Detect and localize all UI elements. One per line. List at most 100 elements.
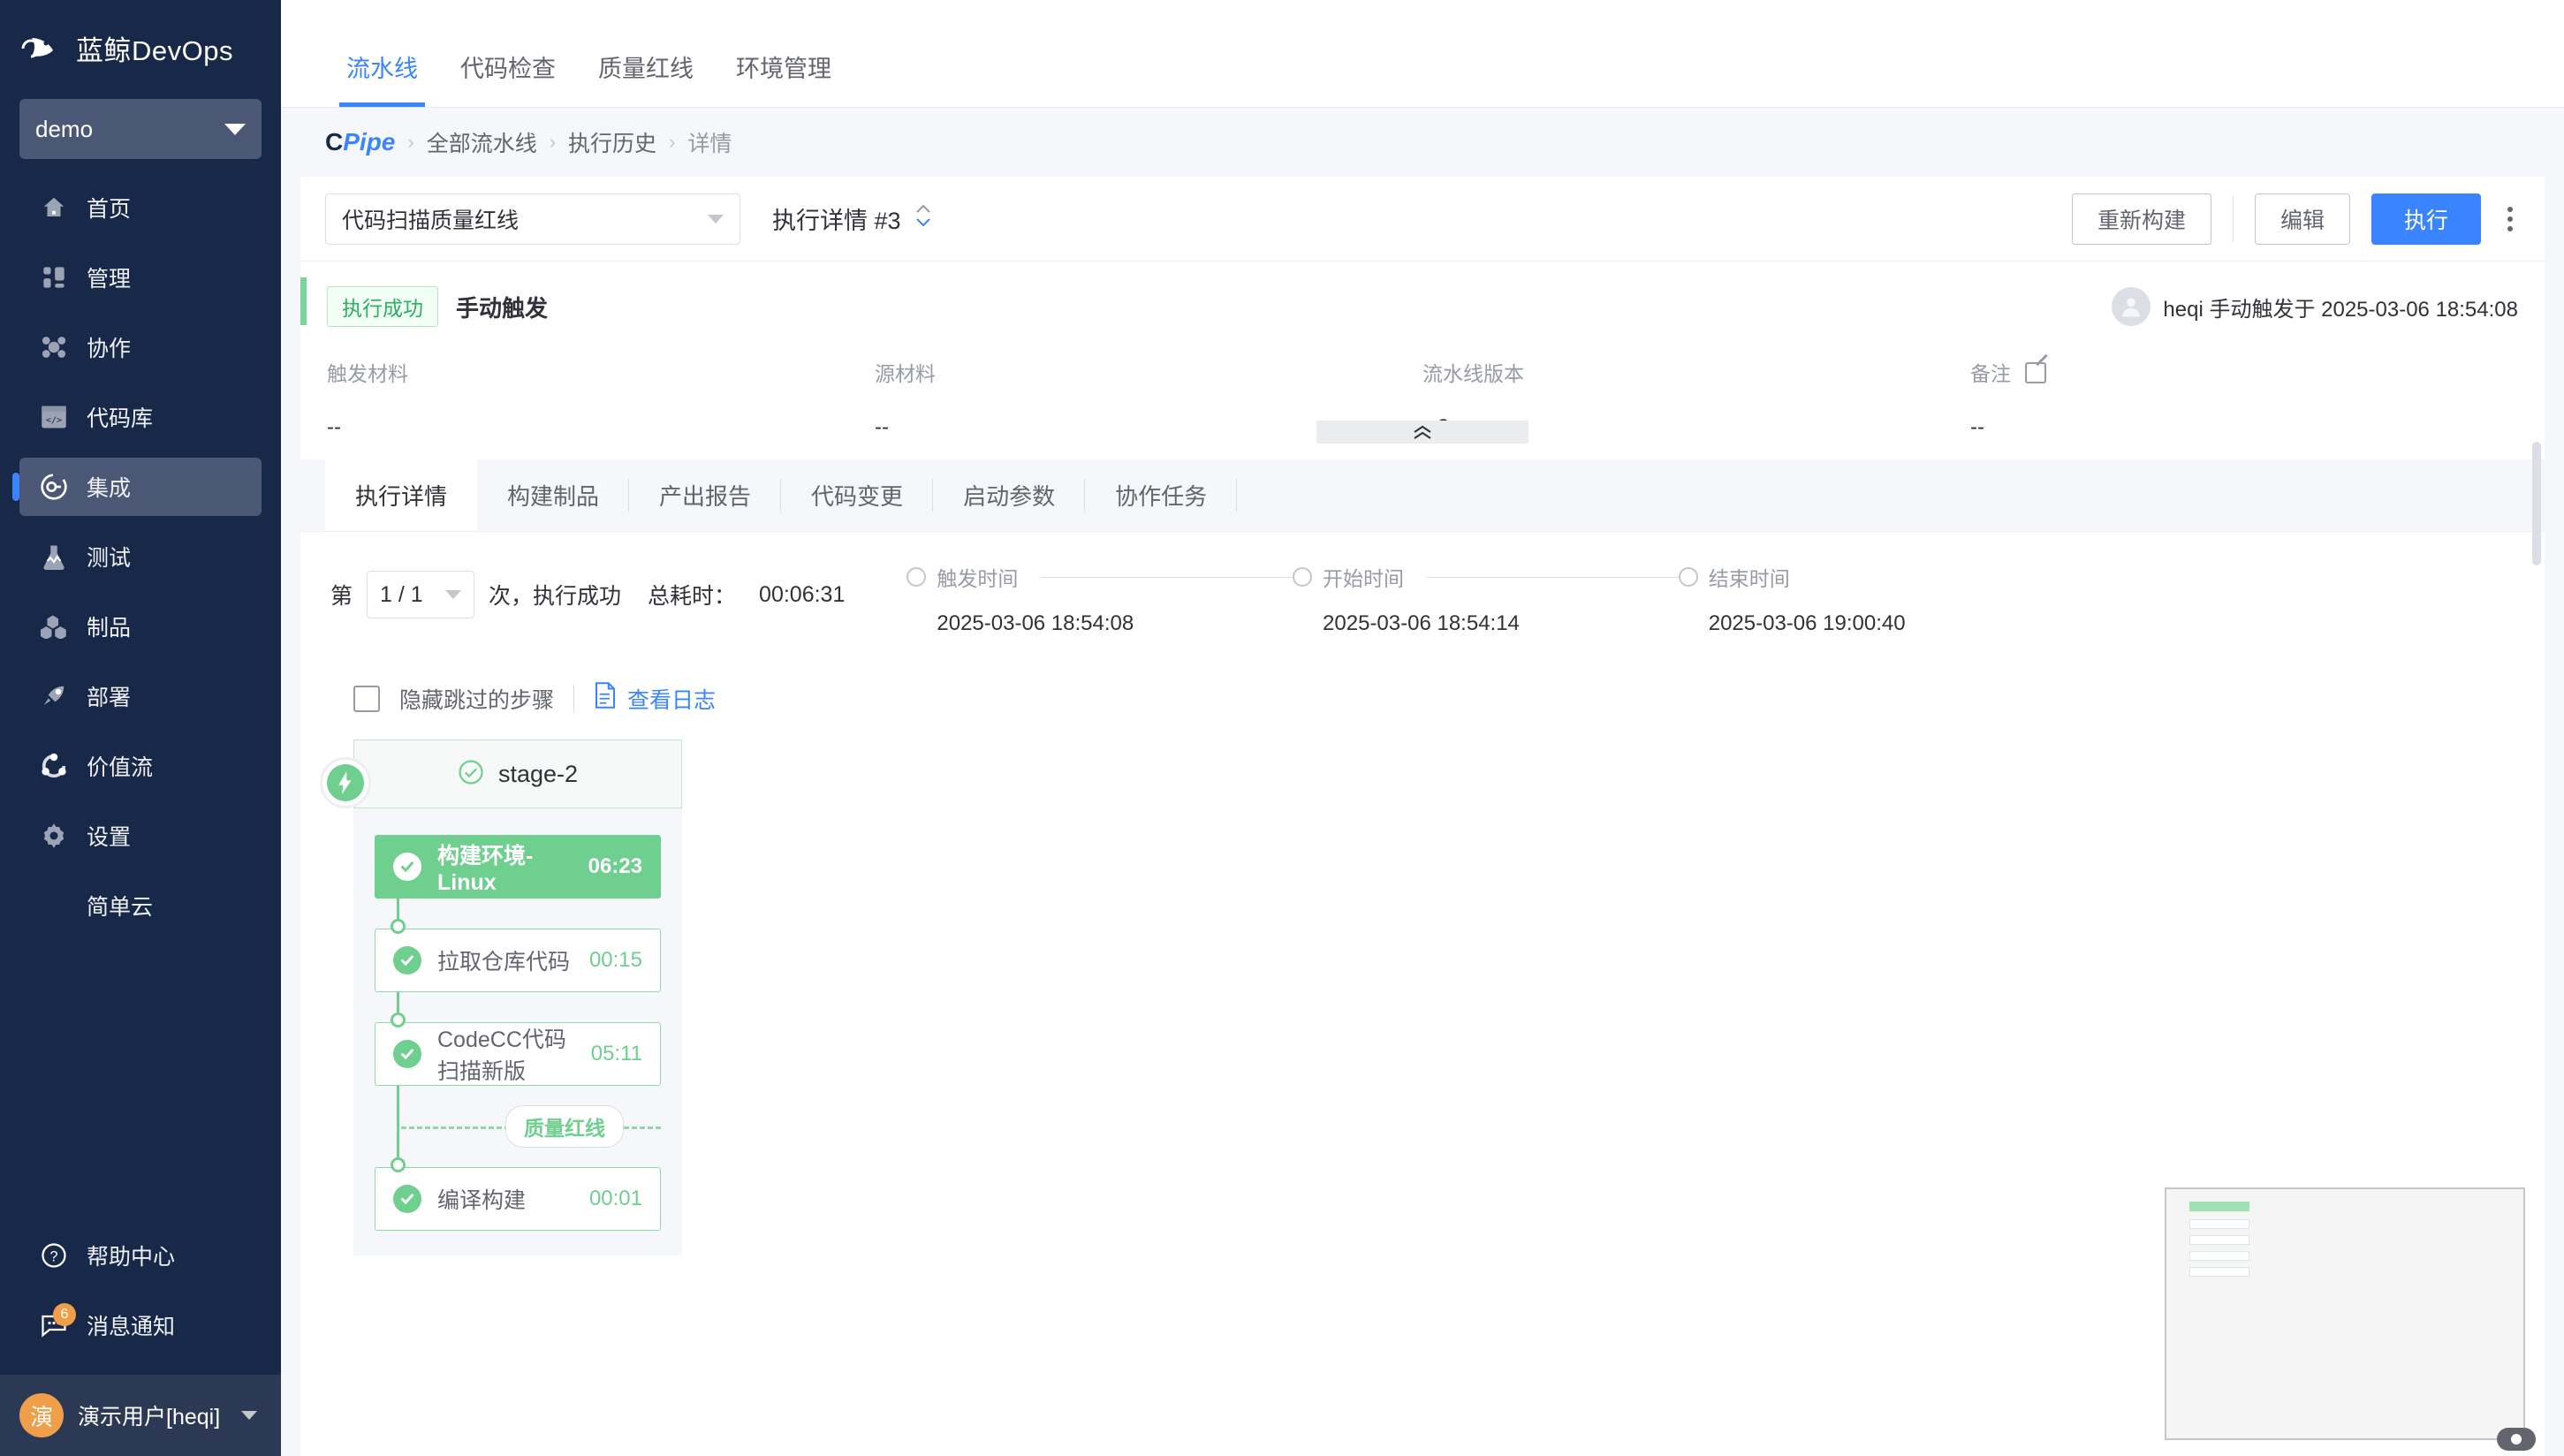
sidebar-item-value-stream[interactable]: 价值流 [19,737,262,795]
cpipe-logo[interactable]: CPipe [325,128,395,156]
circle-icon [1293,567,1312,587]
minimap-bar [2189,1202,2249,1211]
sidebar-item-integration[interactable]: 集成 [19,458,262,516]
circle-icon [1679,567,1698,587]
attempt-select[interactable]: 1 / 1 [367,571,474,618]
meta-trigger-material: 触发材料 -- [327,357,875,440]
job-connector [375,992,661,1022]
meta-key: 源材料 [875,357,1422,387]
value-stream-icon [39,751,69,781]
run-button[interactable]: 执行 [2371,193,2481,245]
job-connector [375,899,661,929]
sidebar-item-code-repo[interactable]: </> 代码库 [19,388,262,446]
user-menu[interactable]: 演 演示用户[heqi] [0,1375,281,1456]
edit-square-icon[interactable] [2025,362,2046,383]
minimap-bar [2189,1219,2249,1229]
status-line: 执行成功 手动触发 heqi 手动触发于 2025-03-06 18:54:08 [327,286,2518,327]
sidebar-item-collaboration[interactable]: 协作 [19,318,262,376]
subtab-build-artifact[interactable]: 构建制品 [477,459,629,531]
main-area: 流水线 代码检查 质量红线 环境管理 CPipe › 全部流水线 › 执行历史 … [281,0,2564,1456]
sidebar-item-home[interactable]: 首页 [19,178,262,237]
sidebar-item-artifact[interactable]: 制品 [19,597,262,656]
sidebar-item-settings[interactable]: 设置 [19,807,262,865]
sidebar-item-notifications[interactable]: 6 消息通知 [19,1296,262,1354]
stage-header[interactable]: stage-2 [353,739,682,808]
integration-icon [39,472,69,502]
double-chevron-up-icon [1411,424,1434,440]
job-card-build-env[interactable]: 构建环境-Linux 06:23 [375,835,661,899]
subtab-exec-detail[interactable]: 执行详情 [325,459,477,531]
sidebar-item-label: 首页 [87,192,131,224]
job-card-codecc-scan[interactable]: CodeCC代码扫描新版 05:11 [375,1022,661,1086]
job-card-pull-code[interactable]: 拉取仓库代码 00:15 [375,929,661,992]
hide-skipped-label: 隐藏跳过的步骤 [399,683,554,715]
job-duration: 06:23 [588,854,642,879]
toolbar-actions: 重新构建 编辑 执行 [2072,193,2518,245]
sidebar-item-label: 消息通知 [87,1309,175,1341]
pipeline-minimap[interactable] [2165,1187,2525,1440]
stage-name: stage-2 [498,761,578,788]
job-list: 构建环境-Linux 06:23 拉取仓库代码 00:15 [353,808,682,1231]
graph-options-row: 隐藏跳过的步骤 查看日志 [330,682,2518,715]
execution-title: 执行详情 #3 [772,201,933,236]
home-icon [39,193,69,223]
question-circle-icon: ? [39,1240,69,1270]
user-name: 演示用户[heqi] [78,1399,220,1431]
sidebar-item-label: 帮助中心 [87,1240,175,1271]
view-log-link[interactable]: 查看日志 [594,682,716,715]
breadcrumb-item-history[interactable]: 执行历史 [568,126,656,158]
connector-node [391,1157,406,1172]
tab-quality-gate[interactable]: 质量红线 [577,49,715,107]
sidebar-item-help-center[interactable]: ? 帮助中心 [19,1226,262,1285]
subtab-code-change[interactable]: 代码变更 [781,459,933,531]
detail-toolbar: 代码扫描质量红线 执行详情 #3 重新构建 编辑 执行 [300,177,2545,262]
caret-down-icon [708,215,724,224]
edit-button[interactable]: 编辑 [2255,193,2350,245]
tab-pipeline[interactable]: 流水线 [325,49,439,107]
tab-code-check[interactable]: 代码检查 [439,49,577,107]
cpipe-logo-pipe: Pipe [343,128,395,155]
toolbar-divider [2233,196,2234,242]
gear-settings-icon [39,821,69,851]
check-circle-icon [393,1040,421,1068]
eye-toggle-icon[interactable] [2497,1428,2536,1451]
pipeline-graph: stage-2 构建环境-Linux 06:23 [330,739,2518,1255]
caret-down-icon [445,590,461,599]
sidebar-item-deploy[interactable]: 部署 [19,667,262,725]
bolt-trigger-icon[interactable] [320,757,371,808]
pipeline-select[interactable]: 代码扫描质量红线 [325,193,740,245]
brand-name: 蓝鲸DevOps [76,28,233,68]
content-card: 代码扫描质量红线 执行详情 #3 重新构建 编辑 执行 执行成功 手动触发 [300,177,2545,1456]
check-circle-icon [393,946,421,974]
brand-logo[interactable]: 蓝鲸DevOps [0,0,281,95]
tab-env-manage[interactable]: 环境管理 [715,49,853,107]
view-log-label: 查看日志 [627,683,716,715]
subtab-output-report[interactable]: 产出报告 [629,459,781,531]
breadcrumb-item-all-pipelines[interactable]: 全部流水线 [427,126,537,158]
quality-gate-badge[interactable]: 质量红线 [505,1105,624,1148]
check-circle-icon [393,853,421,881]
chevron-up-down-icon[interactable] [914,202,933,235]
connector-node [391,1012,406,1028]
project-selector[interactable]: demo [19,99,262,159]
sidebar-item-manage[interactable]: 管理 [19,248,262,307]
collaboration-icon [39,332,69,362]
detail-subtabs: 执行详情 构建制品 产出报告 代码变更 启动参数 协作任务 [300,459,2545,532]
attempt-summary: 第 1 / 1 次，执行成功 总耗时： 00:06:31 [330,562,845,618]
sidebar-bottom-nav: ? 帮助中心 6 消息通知 [0,1226,281,1375]
subtab-start-params[interactable]: 启动参数 [933,459,1085,531]
collapse-header-handle[interactable] [1316,421,1529,444]
sidebar-item-label: 设置 [87,820,131,852]
meta-key: 备注 [1970,362,2011,385]
hide-skipped-checkbox[interactable] [353,686,380,712]
sidebar-item-label: 部署 [87,680,131,712]
subtab-collab-tasks[interactable]: 协作任务 [1085,459,1237,531]
vertical-scrollbar[interactable] [2532,442,2541,565]
more-vertical-icon[interactable] [2502,201,2518,237]
rebuild-button[interactable]: 重新构建 [2072,193,2211,245]
notification-count-badge: 6 [53,1303,76,1326]
job-card-compile-build[interactable]: 编译构建 00:01 [375,1167,661,1231]
sidebar-item-test[interactable]: 测试 [19,527,262,586]
code-repo-icon: </> [39,402,69,432]
sidebar-item-simple-cloud[interactable]: 简单云 [19,876,262,935]
